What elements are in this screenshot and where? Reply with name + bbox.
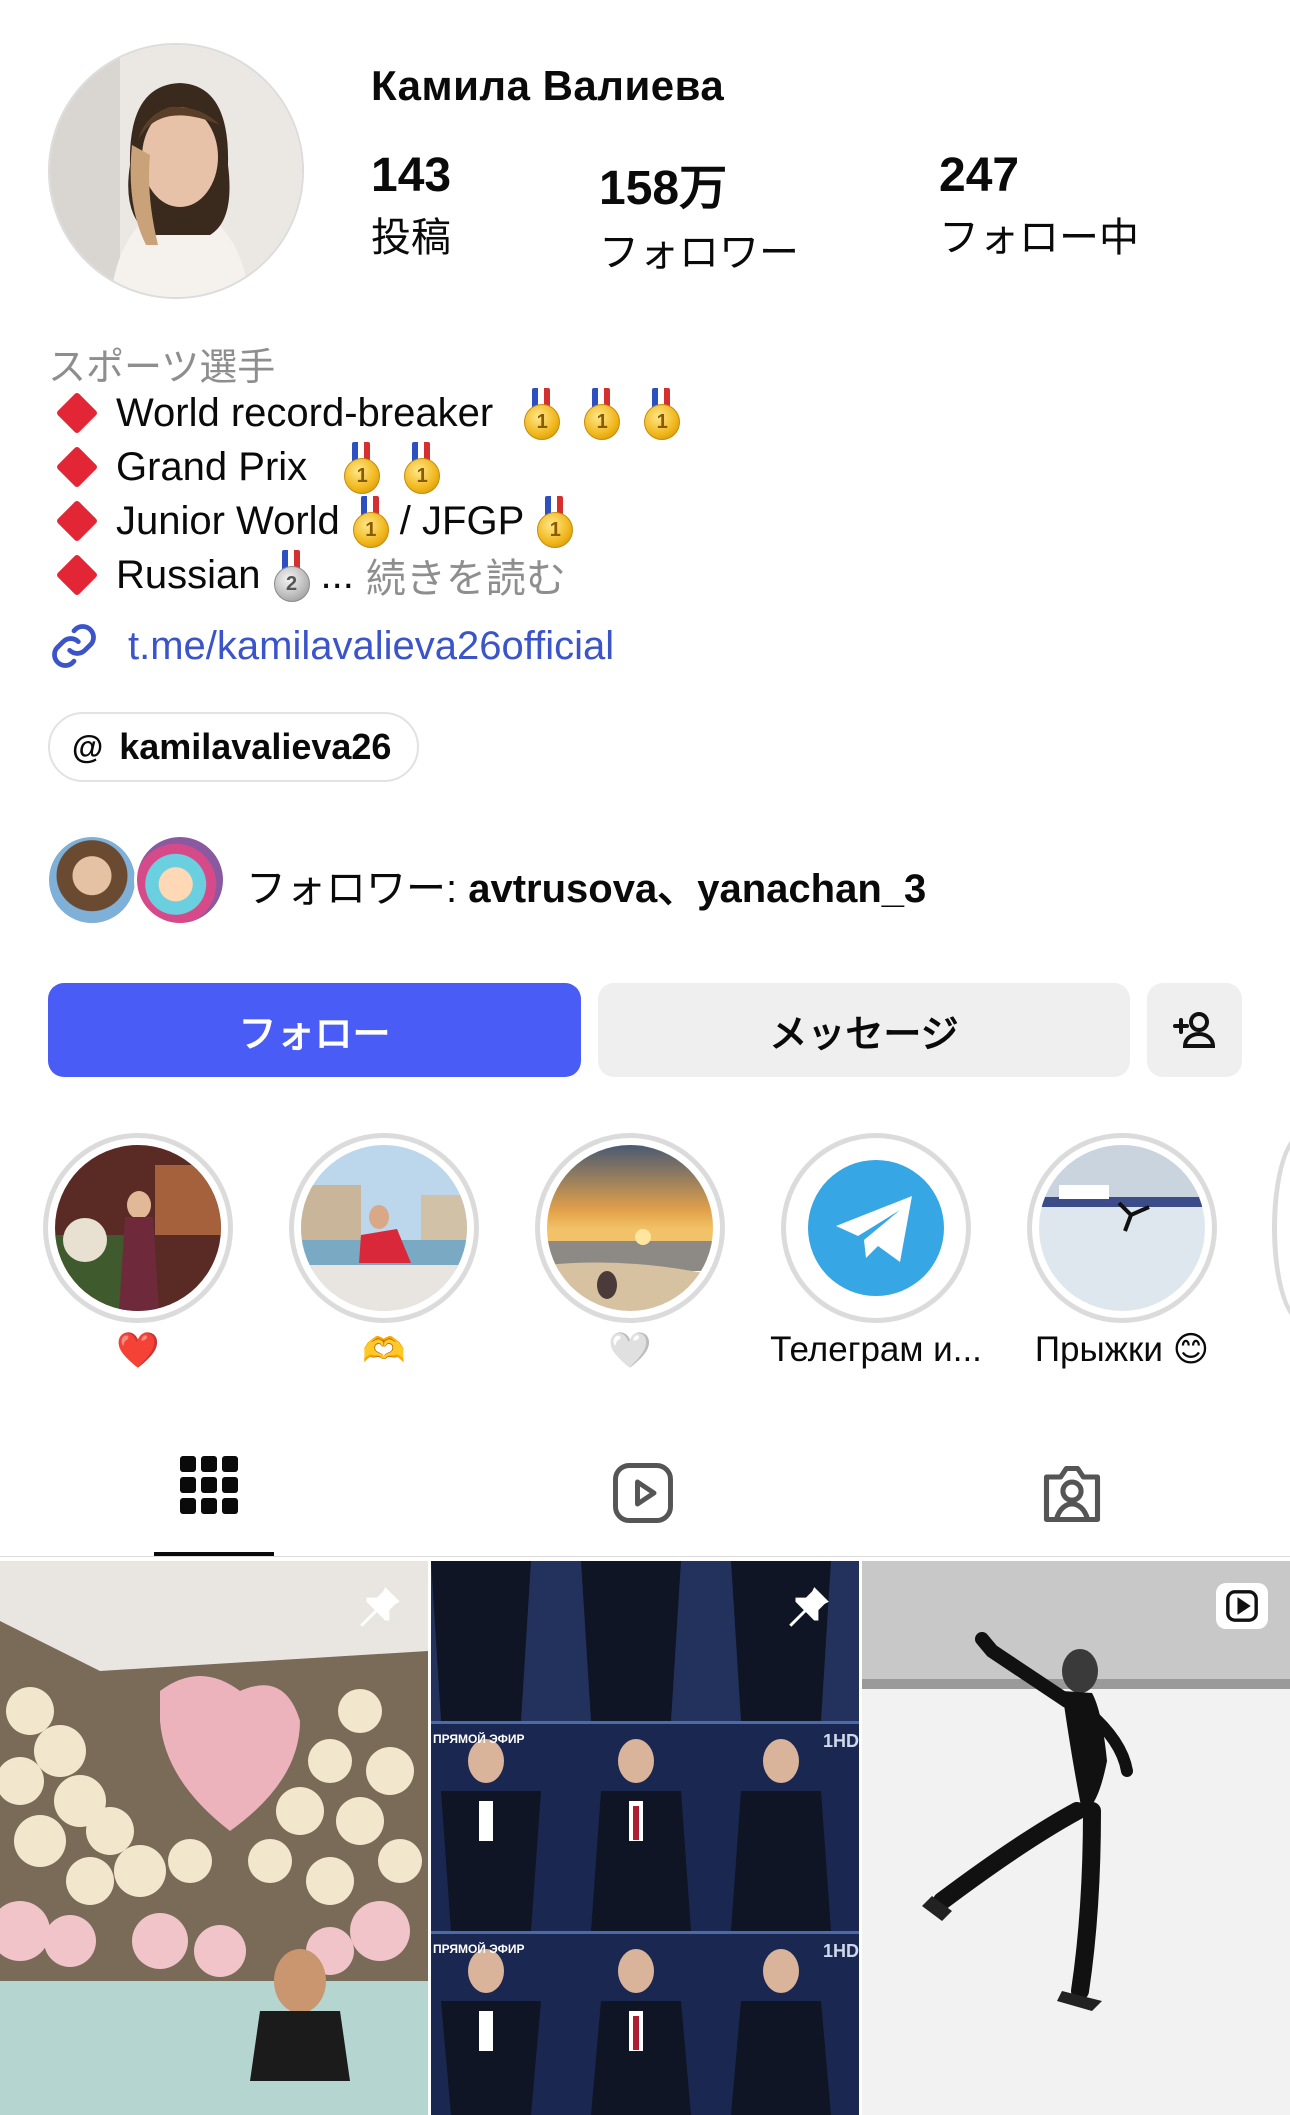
gold-medal-icon: 1 <box>351 496 389 548</box>
gold-medal-icon: 1 <box>342 442 381 494</box>
reel-icon <box>1216 1583 1268 1629</box>
threads-badge[interactable]: @ kamilavalieva26 <box>48 712 420 782</box>
bio-line-4-text: Russian <box>116 552 261 597</box>
bio-line-4: Russian 2 ... 続きを読む <box>52 548 566 602</box>
channel-logo-text: 1HD <box>823 1731 859 1751</box>
pin-icon <box>360 1587 400 1627</box>
gold-medal-icon: 1 <box>402 442 441 494</box>
highlight-1-cover <box>55 1145 221 1311</box>
stat-followers-label: フォロワー <box>599 231 799 275</box>
bio-line-2-text: Grand Prix <box>116 444 308 489</box>
post-tile-1[interactable] <box>0 1561 428 2115</box>
follow-button[interactable]: フォロー <box>48 983 581 1077</box>
tagged-icon <box>1043 1465 1101 1523</box>
highlight-4-cover <box>793 1145 959 1311</box>
red-diamond-icon <box>55 553 99 597</box>
highlight-5-label: Прыжки 😊 <box>1034 1330 1210 1369</box>
bio-ellipsis: ... <box>320 552 354 597</box>
profile-name: Камила Валиева <box>371 62 725 109</box>
stat-posts[interactable]: 143 投稿 <box>371 148 451 263</box>
highlight-3-label: 🤍 <box>608 1331 652 1370</box>
highlight-4-label: Телеграм и... <box>770 1330 982 1369</box>
highlight-6-partial[interactable] <box>1272 1133 1290 1323</box>
stat-followers-count: 158万 <box>599 162 728 215</box>
tab-reels[interactable] <box>610 1460 680 1530</box>
stat-following-count: 247 <box>939 149 1020 202</box>
reels-icon <box>613 1463 673 1523</box>
mutual-followers-names: avtrusova、yanachan_3 <box>468 867 927 911</box>
threads-handle: kamilavalieva26 <box>119 726 392 767</box>
bio-line-3: Junior World 1 / JFGP 1 <box>52 494 584 548</box>
post-tile-3[interactable] <box>862 1561 1290 2115</box>
add-person-icon <box>1172 1012 1215 1048</box>
bio-line-2: Grand Prix 1 1 <box>52 440 451 494</box>
highlight-1[interactable] <box>43 1133 233 1323</box>
read-more-link[interactable]: 続きを読む <box>366 546 566 604</box>
post-tile-2[interactable]: ПРЯМОЙ ЭФИР ПРЯМОЙ ЭФИР 1HD 1HD <box>431 1561 859 2115</box>
red-diamond-icon <box>55 445 99 489</box>
grid-icon <box>180 1456 238 1514</box>
bio-line-1-text: World record-breaker <box>116 390 494 435</box>
silver-medal-icon: 2 <box>272 550 310 602</box>
gold-medal-icon: 1 <box>535 496 574 548</box>
highlight-5-cover <box>1039 1145 1205 1311</box>
gold-medal-icon: 1 <box>642 388 681 440</box>
tab-grid[interactable] <box>180 1456 250 1526</box>
gold-medal-icon: 1 <box>582 388 621 440</box>
stat-posts-count: 143 <box>371 149 452 202</box>
mutual-followers-text[interactable]: フォロワー: avtrusova、yanachan_3 <box>246 856 926 914</box>
highlight-3-cover <box>547 1145 713 1311</box>
stat-following[interactable]: 247 フォロー中 <box>939 148 1139 263</box>
highlight-5[interactable] <box>1027 1133 1217 1323</box>
red-diamond-icon <box>55 499 99 543</box>
link-icon <box>52 624 96 668</box>
tabs-divider <box>0 1556 1290 1557</box>
highlight-1-label: ❤️ <box>116 1331 160 1370</box>
pin-icon <box>789 1587 829 1627</box>
profile-category: スポーツ選手 <box>48 347 276 389</box>
profile-link-text: t.me/kamilavalieva26official <box>128 623 615 668</box>
telegram-icon <box>808 1160 944 1296</box>
channel-logo-text: 1HD <box>823 1941 859 1961</box>
mutual-followers-prefix: フォロワー: <box>246 867 469 911</box>
highlight-2-cover <box>301 1145 467 1311</box>
tab-tagged[interactable] <box>1038 1460 1108 1530</box>
mutual-follower-avatar <box>134 834 226 926</box>
mutual-follower-avatar <box>46 834 138 926</box>
bio-line-1: World record-breaker 1 1 1 <box>52 386 691 440</box>
stat-following-label: フォロー中 <box>939 216 1139 260</box>
profile-link[interactable]: t.me/kamilavalieva26official <box>48 620 614 672</box>
threads-icon: @ <box>72 728 104 765</box>
live-overlay-text: ПРЯМОЙ ЭФИР <box>433 1731 525 1746</box>
add-user-button[interactable] <box>1147 983 1242 1077</box>
highlight-3[interactable] <box>535 1133 725 1323</box>
highlight-2-label: 🫶 <box>362 1331 406 1370</box>
live-overlay-text: ПРЯМОЙ ЭФИР <box>433 1941 525 1956</box>
highlight-2[interactable] <box>289 1133 479 1323</box>
stat-posts-label: 投稿 <box>371 216 451 260</box>
mutual-followers-avatars[interactable] <box>46 834 226 930</box>
bio-line-3-text-b: / JFGP <box>399 498 525 543</box>
gold-medal-icon: 1 <box>522 388 561 440</box>
message-button[interactable]: メッセージ <box>598 983 1130 1077</box>
stat-followers[interactable]: 158万 フォロワー <box>599 148 799 278</box>
profile-avatar[interactable] <box>48 43 304 299</box>
red-diamond-icon <box>55 391 99 435</box>
highlight-4[interactable] <box>781 1133 971 1323</box>
bio-line-3-text: Junior World <box>116 498 340 543</box>
